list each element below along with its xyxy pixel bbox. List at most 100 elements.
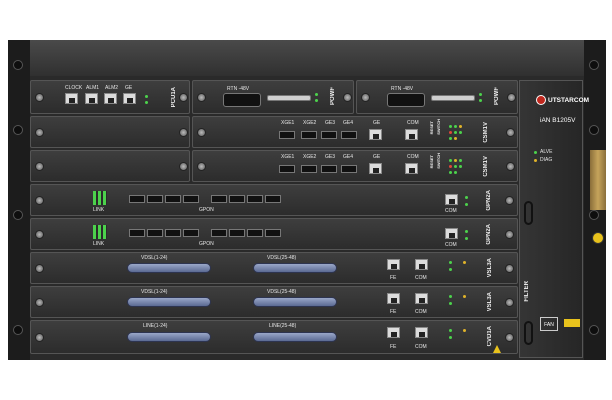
line-connector-2[interactable] [253,332,337,342]
fe-port[interactable] [387,259,400,270]
brand-name: UTSTARCOM [548,97,590,104]
status-led [449,165,452,168]
gpon-port[interactable] [265,195,281,203]
gpon-port[interactable] [247,229,263,237]
thumb-screw[interactable] [197,93,206,102]
led-label: DIAG [540,157,553,163]
gpon-port[interactable] [265,229,281,237]
thumb-screw[interactable] [506,128,515,137]
power-terminal[interactable] [223,93,261,107]
power-terminal[interactable] [387,93,425,107]
fan-handle[interactable] [524,201,533,225]
card-name: CVD1A [487,326,493,347]
vdsl-connector-2[interactable] [253,297,337,307]
vdsl-connector-2[interactable] [253,263,337,273]
port-label: COM [445,242,457,248]
thumb-screw[interactable] [197,162,206,171]
thumb-screw[interactable] [506,162,515,171]
gpon-port[interactable] [147,229,163,237]
port-label: ALM1 [86,85,100,91]
fan-handle[interactable] [524,321,533,345]
com-port[interactable] [415,259,428,270]
csm-card-1: XGE1 XGE2 GE3 GE4 GE COM RESET SWITCH CS… [192,116,518,148]
thumb-screw[interactable] [35,128,44,137]
xge1-port[interactable] [279,131,295,139]
port-label: COM [407,120,419,126]
ge-port[interactable] [369,163,382,174]
thumb-screw[interactable] [505,230,514,239]
led-label: ALVE [540,149,553,155]
clock-port[interactable] [65,93,78,104]
thumb-screw[interactable] [361,93,370,102]
com-port[interactable] [405,129,418,140]
vdsl-connector-1[interactable] [127,263,211,273]
thumb-screw[interactable] [505,298,514,307]
ge3-port[interactable] [321,131,337,139]
release-bar[interactable] [267,95,311,101]
ge4-port[interactable] [341,131,357,139]
gpon-port[interactable] [165,195,181,203]
com-port[interactable] [415,327,428,338]
ge3-port[interactable] [321,165,337,173]
com-port[interactable] [405,163,418,174]
alm-led [479,99,482,102]
mount-hole [589,210,599,220]
gpon-port[interactable] [211,229,227,237]
gpon-port[interactable] [229,229,245,237]
xge1-port[interactable] [279,165,295,173]
gpon-port[interactable] [183,229,199,237]
com-port[interactable] [445,228,458,239]
xge2-port[interactable] [301,165,317,173]
gpon-port[interactable] [147,195,163,203]
gpon-port[interactable] [165,229,181,237]
port-label: COM [407,154,419,160]
terminal-label: RTN -48V [391,86,414,92]
alm1-port[interactable] [85,93,98,104]
thumb-screw[interactable] [505,333,514,342]
line-connector-1[interactable] [127,332,211,342]
gpon-port[interactable] [229,195,245,203]
gpon-port[interactable] [183,195,199,203]
thumb-screw[interactable] [35,264,44,273]
gpon-port[interactable] [129,195,145,203]
port-label: FE [390,309,397,315]
thumb-screw[interactable] [35,333,44,342]
alm2-port[interactable] [104,93,117,104]
thumb-screw[interactable] [179,93,188,102]
csm-card-2: XGE1 XGE2 GE3 GE4 GE COM RESET SWITCH CS… [192,150,518,182]
link-led-array [93,191,107,205]
fe-port[interactable] [387,327,400,338]
card-name: PCU1A [171,87,177,108]
thumb-screw[interactable] [35,196,44,205]
gpon-port[interactable] [247,195,263,203]
thumb-screw[interactable] [507,93,516,102]
ge-port[interactable] [369,129,382,140]
port-label: XGE2 [303,154,317,160]
thumb-screw[interactable] [505,264,514,273]
release-bar[interactable] [431,95,475,101]
thumb-screw[interactable] [179,128,188,137]
thumb-screw[interactable] [343,93,352,102]
thumb-screw[interactable] [35,93,44,102]
thumb-screw[interactable] [35,230,44,239]
gpon-port[interactable] [129,229,145,237]
link-label: LINK [93,241,105,247]
vdsl-connector-1[interactable] [127,297,211,307]
com-port[interactable] [445,194,458,205]
thumb-screw[interactable] [35,162,44,171]
ge4-port[interactable] [341,165,357,173]
alm-led [449,302,452,305]
xge2-port[interactable] [301,131,317,139]
thumb-screw[interactable] [179,162,188,171]
status-led [449,159,452,162]
warning-icon [493,345,501,353]
fe-port[interactable] [387,293,400,304]
run-led [465,196,468,199]
status-led [449,125,452,128]
thumb-screw[interactable] [35,298,44,307]
ge-port[interactable] [123,93,136,104]
gpon-port[interactable] [211,195,227,203]
com-port[interactable] [415,293,428,304]
thumb-screw[interactable] [197,128,206,137]
thumb-screw[interactable] [505,196,514,205]
